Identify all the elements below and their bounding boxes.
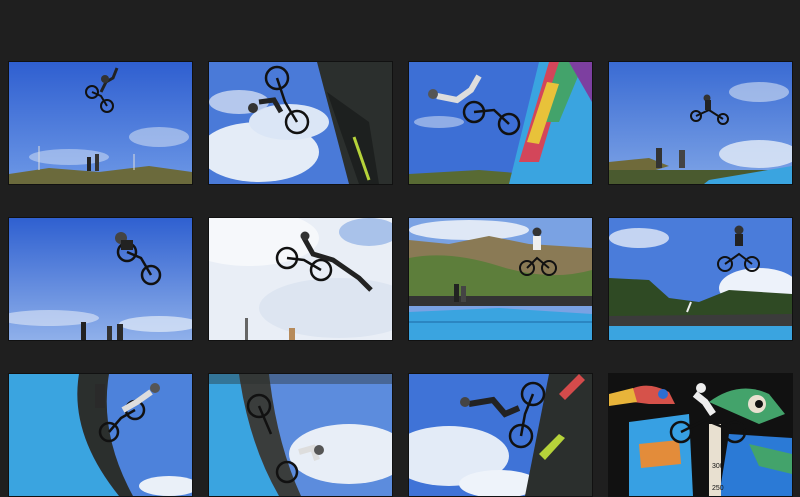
photo-thumbnail-11[interactable] <box>409 374 592 496</box>
photo-thumbnail-6[interactable] <box>209 218 392 340</box>
bmx-photo-1 <box>9 62 192 184</box>
photo-thumbnail-9[interactable] <box>9 374 192 496</box>
bmx-photo-9 <box>9 374 192 496</box>
bmx-photo-2 <box>209 62 392 184</box>
photo-thumbnail-4[interactable] <box>609 62 792 184</box>
bmx-photo-12: 300 250 <box>609 374 792 496</box>
height-mark-300: 300 <box>712 463 724 470</box>
photo-thumbnail-5[interactable] <box>9 218 192 340</box>
photo-gallery: 300 250 <box>0 0 800 497</box>
bmx-photo-5 <box>9 218 192 340</box>
bmx-photo-6 <box>209 218 392 340</box>
bmx-photo-11 <box>409 374 592 496</box>
photo-thumbnail-7[interactable] <box>409 218 592 340</box>
bmx-photo-10 <box>209 374 392 496</box>
photo-thumbnail-10[interactable] <box>209 374 392 496</box>
photo-thumbnail-12[interactable]: 300 250 <box>609 374 792 496</box>
photo-thumbnail-2[interactable] <box>209 62 392 184</box>
photo-thumbnail-1[interactable] <box>9 62 192 184</box>
bmx-photo-3 <box>409 62 592 184</box>
height-mark-250: 250 <box>712 485 724 492</box>
bmx-photo-4 <box>609 62 792 184</box>
photo-thumbnail-8[interactable] <box>609 218 792 340</box>
photo-thumbnail-3[interactable] <box>409 62 592 184</box>
bmx-photo-7 <box>409 218 592 340</box>
bmx-photo-8 <box>609 218 792 340</box>
